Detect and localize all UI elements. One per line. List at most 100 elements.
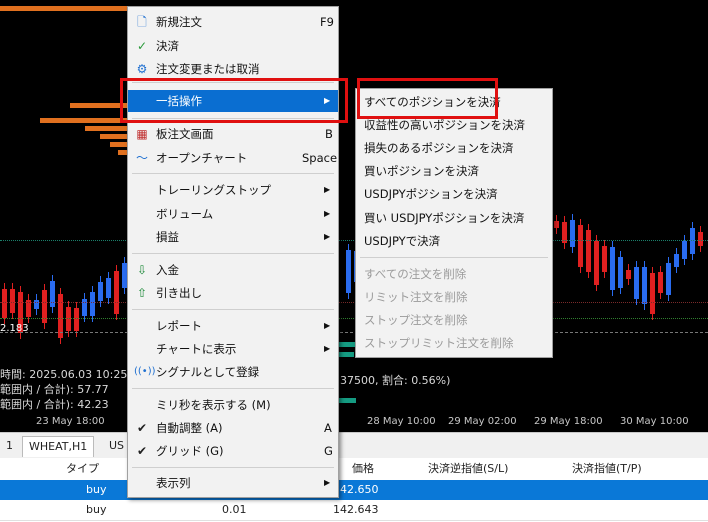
menu-item-volume[interactable]: ボリューム ▶ — [128, 203, 338, 225]
candle-body — [674, 254, 679, 267]
submenu-item-close-usdjpy[interactable]: USDJPYポジションを決済 — [356, 183, 552, 205]
submenu-item-delete-limit[interactable]: リミット注文を削除 — [356, 286, 552, 308]
menu-item-auto-arrange[interactable]: ✔ 自動調整 (A) A — [128, 417, 338, 439]
info-time-line: 時間: 2025.06.03 10:25 — [0, 368, 128, 381]
menu-separator — [132, 309, 334, 310]
menu-item-depth-of-market[interactable]: ▦ 板注文画面 B — [128, 123, 338, 145]
column-header-type[interactable]: タイプ — [66, 458, 99, 480]
candle-body — [666, 262, 671, 295]
menu-item-show-on-chart[interactable]: チャートに表示 ▶ — [128, 338, 338, 360]
candle-body — [570, 220, 575, 248]
menu-item-deposit[interactable]: ⇩ 入金 — [128, 259, 338, 281]
table-header: タイプ 価格 決済逆指値(S/L) 決済指値(T/P) — [0, 458, 708, 481]
price-chart[interactable]: 2.183 23 May 18:00 28 May 10:00 29 May 0… — [0, 0, 708, 432]
volume-profile-bar — [85, 126, 130, 131]
submenu-item-close-buy[interactable]: 買いポジションを決済 — [356, 160, 552, 182]
cell-price: 42.650 — [340, 483, 379, 496]
chevron-right-icon: ▶ — [324, 232, 331, 241]
x-axis-label: 29 May 18:00 — [534, 416, 603, 427]
candle-body — [626, 269, 631, 279]
submenu-item-delete-all-orders[interactable]: すべての注文を削除 — [356, 263, 552, 285]
menu-separator — [132, 467, 334, 468]
candle-body — [642, 266, 647, 305]
withdraw-icon: ⇧ — [136, 286, 148, 300]
menu-item-open-chart[interactable]: 〜 オープンチャート Space — [128, 147, 338, 169]
menu-item-columns[interactable]: 表示列 ▶ — [128, 472, 338, 494]
check-icon: ✔ — [136, 444, 148, 458]
chevron-right-icon: ▶ — [324, 321, 331, 330]
positions-table: タイプ 価格 決済逆指値(S/L) 決済指値(T/P) buy 42.650 b… — [0, 458, 708, 522]
candle-body — [658, 272, 663, 293]
candle-body — [682, 240, 687, 260]
menu-item-new-order[interactable]: 🗋 新規注文 F9 — [128, 11, 338, 33]
candle-body — [690, 227, 695, 255]
cell-price: 142.643 — [333, 503, 379, 516]
candle-body — [594, 240, 599, 286]
info-range-line: 範囲内 / 合計): 42.23 — [0, 398, 109, 411]
annotation-highlight-bulk — [120, 78, 348, 123]
candle-body — [90, 291, 95, 316]
level-line — [0, 318, 708, 319]
cell-type: buy — [86, 483, 107, 496]
candle-body — [650, 273, 655, 315]
volume-profile-bar — [100, 134, 130, 139]
price-marker-label: 2.183 — [0, 323, 29, 334]
chart-tab-bar: 1 WHEAT,H1 US — [0, 432, 708, 459]
volume-profile-bar — [40, 118, 130, 123]
candle-body — [634, 266, 639, 299]
level-line — [0, 302, 708, 303]
menu-item-show-milliseconds[interactable]: ミリ秒を表示する (M) — [128, 394, 338, 416]
table-row[interactable]: buy 0.01 142.643 — [0, 500, 708, 521]
chart-tab[interactable]: 1 — [0, 436, 19, 456]
candle-body — [578, 224, 583, 267]
candle-body — [74, 308, 79, 332]
chart-tab-us[interactable]: US — [103, 436, 130, 456]
menu-item-modify-order[interactable]: ⚙ 注文変更または取消 — [128, 58, 338, 80]
info-ratio-line: 37500, 割合: 0.56%) — [340, 374, 451, 387]
menu-separator — [132, 388, 334, 389]
submenu-item-delete-stop[interactable]: ストップ注文を削除 — [356, 309, 552, 331]
column-header-price[interactable]: 価格 — [352, 458, 374, 480]
menu-item-report[interactable]: レポート ▶ — [128, 315, 338, 337]
deposit-icon: ⇩ — [136, 263, 148, 277]
submenu-item-close-losing[interactable]: 損失のあるポジションを決済 — [356, 137, 552, 159]
submenu-item-delete-stoplimit[interactable]: ストップリミット注文を削除 — [356, 332, 552, 354]
table-grid-icon: ▦ — [136, 127, 148, 141]
menu-item-grid[interactable]: ✔ グリッド (G) G — [128, 440, 338, 462]
x-axis-label: 23 May 18:00 — [36, 416, 105, 427]
candle-body — [554, 221, 559, 229]
column-header-tp[interactable]: 決済指値(T/P) — [572, 458, 642, 480]
x-axis-label: 30 May 10:00 — [620, 416, 689, 427]
menu-item-register-signal[interactable]: ((•)) シグナルとして登録 — [128, 361, 338, 383]
x-axis-label: 28 May 10:00 — [367, 416, 436, 427]
x-axis-label: 29 May 02:00 — [448, 416, 517, 427]
info-range-line: 範囲内 / 合計): 57.77 — [0, 383, 109, 396]
menu-item-close[interactable]: ✓ 決済 — [128, 35, 338, 57]
menu-item-profit[interactable]: 損益 ▶ — [128, 226, 338, 248]
new-order-icon: 🗋 — [137, 15, 147, 29]
candle-body — [346, 250, 351, 294]
level-line — [0, 332, 708, 333]
menu-item-trailing-stop[interactable]: トレーリングストップ ▶ — [128, 179, 338, 201]
menu-separator — [132, 173, 334, 174]
table-row[interactable]: buy 42.650 — [0, 480, 708, 500]
candle-body — [698, 232, 703, 246]
candle-body — [602, 246, 607, 273]
column-header-sl[interactable]: 決済逆指値(S/L) — [428, 458, 508, 480]
submenu-item-close-buy-usdjpy[interactable]: 買い USDJPYポジションを決済 — [356, 207, 552, 229]
chevron-right-icon: ▶ — [324, 344, 331, 353]
checkmark-icon: ✓ — [136, 39, 148, 53]
line-chart-icon: 〜 — [135, 151, 148, 165]
candle-body — [114, 270, 119, 314]
chart-tab-wheat[interactable]: WHEAT,H1 — [22, 436, 95, 457]
cell-type: buy — [86, 503, 107, 516]
submenu-item-close-by-usdjpy[interactable]: USDJPYで決済 — [356, 230, 552, 252]
menu-item-withdraw[interactable]: ⇧ 引き出し — [128, 282, 338, 304]
candle-body — [98, 282, 103, 302]
candle-body — [618, 256, 623, 289]
volume-profile-bar — [336, 398, 356, 403]
candle-body — [610, 247, 615, 291]
check-icon: ✔ — [136, 421, 148, 435]
chevron-right-icon: ▶ — [324, 478, 331, 487]
signal-icon: ((•)) — [134, 366, 156, 377]
